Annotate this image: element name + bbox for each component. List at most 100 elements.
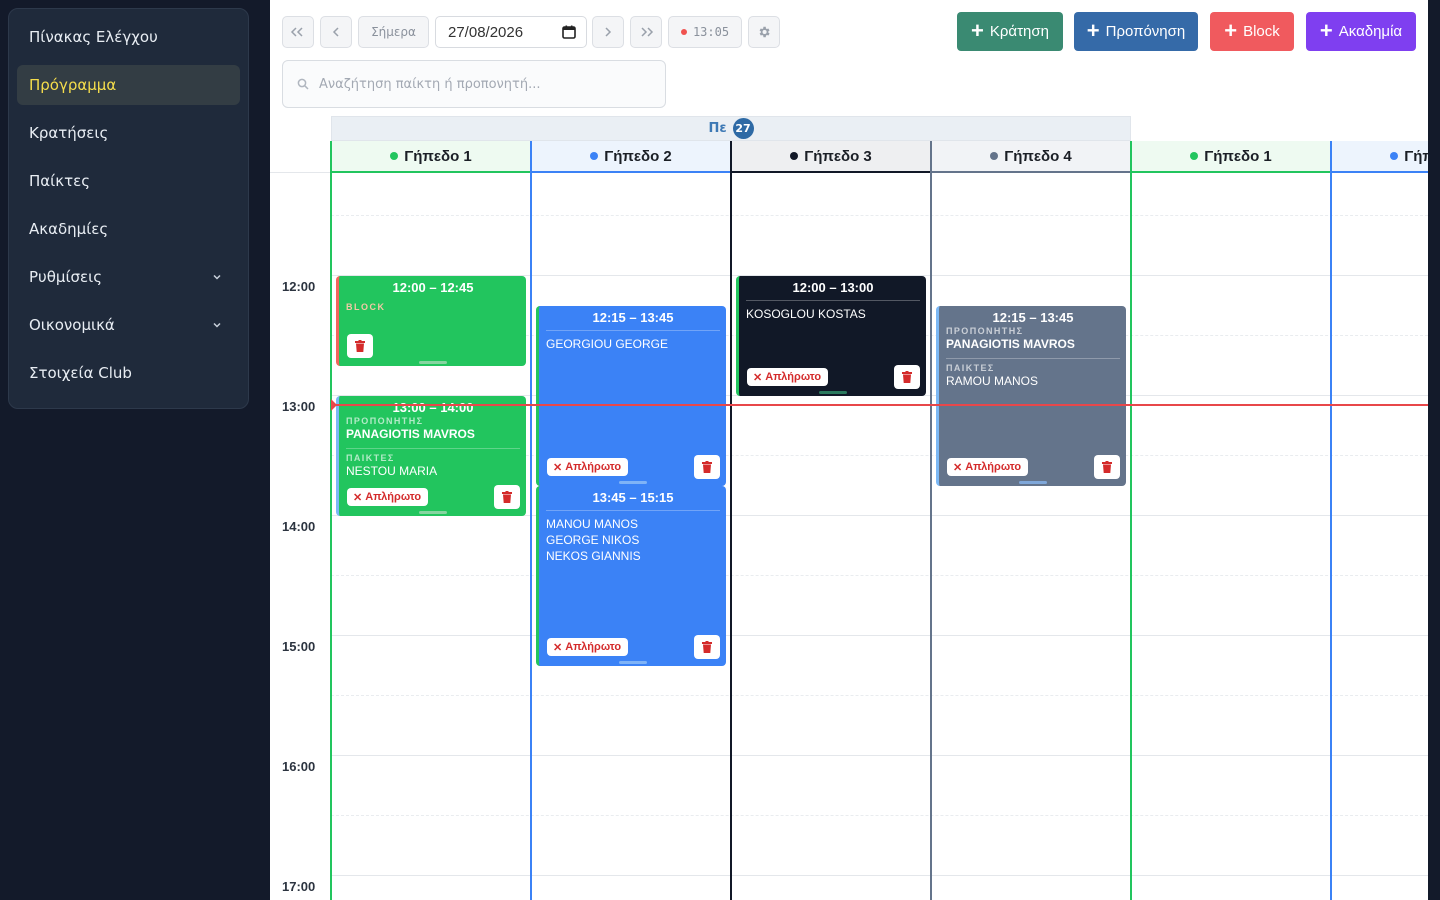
event-training[interactable]: 12:15 – 13:45 ΠΡΟΠΟΝΗΤΗΣ PANAGIOTIS MAVR… (936, 306, 1126, 486)
delete-button[interactable] (694, 635, 720, 659)
event-block[interactable]: 12:00 – 12:45 BLOCK (336, 276, 526, 366)
sidebar-item-dashboard[interactable]: Πίνακας Ελέγχου (17, 17, 240, 57)
sidebar-item-label: Κρατήσεις (29, 124, 109, 142)
settings-button[interactable] (748, 16, 780, 48)
current-time-button[interactable]: 13:05 (668, 16, 742, 48)
close-icon: ✕ (353, 491, 363, 504)
current-time-marker-icon (331, 399, 337, 411)
coach-label: ΠΡΟΠΟΝΗΤΗΣ (946, 326, 1024, 336)
sidebar-item-finance[interactable]: Οικονομικά (17, 305, 240, 345)
sidebar-item-academies[interactable]: Ακαδημίες (17, 209, 240, 249)
prev-week-button[interactable] (282, 16, 314, 48)
plus-icon: + (971, 17, 984, 43)
event-booking[interactable]: 13:45 – 15:15 MANOU MANOS GEORGE NIKOS N… (536, 486, 726, 666)
unpaid-label: Απλήρωτο (565, 641, 622, 653)
sidebar-item-schedule[interactable]: Πρόγραμμα (17, 65, 240, 105)
close-icon: ✕ (753, 371, 763, 384)
day-weekday: Πε (708, 121, 727, 136)
next-day-button[interactable] (592, 16, 624, 48)
block-label: BLOCK (346, 302, 386, 312)
calendar-icon (562, 25, 576, 39)
new-block-label: Block (1243, 23, 1280, 40)
player-name: GEORGIOU GEORGE (546, 337, 669, 351)
court-label: Γήπεδο 3 (804, 147, 872, 165)
court-dot-icon (390, 152, 399, 160)
player-name: GEORGE NIKOS (546, 533, 640, 547)
date-input[interactable]: 27/08/2026 (435, 16, 587, 48)
unpaid-label: Απλήρωτο (965, 461, 1022, 473)
resize-handle[interactable] (418, 511, 447, 514)
delete-button[interactable] (1094, 455, 1120, 479)
resize-handle[interactable] (618, 661, 647, 664)
player-name: RAMOU MANOS (946, 374, 1039, 388)
event-separator (546, 330, 720, 331)
sidebar-item-settings[interactable]: Ρυθμίσεις (17, 257, 240, 297)
next-week-button[interactable] (630, 16, 662, 48)
trash-icon (702, 461, 712, 473)
delete-button[interactable] (694, 455, 720, 479)
delete-button[interactable] (347, 334, 373, 358)
resize-handle[interactable] (1018, 481, 1047, 484)
new-academy-button[interactable]: + Ακαδημία (1306, 12, 1416, 51)
event-booking[interactable]: 12:00 – 13:00 KOSOGLOU KOSTAS ✕ Απλήρωτο (736, 276, 926, 396)
unpaid-badge[interactable]: ✕ Απλήρωτο (547, 638, 629, 656)
event-separator (946, 358, 1120, 359)
event-training[interactable]: 13:00 – 14:00 ΠΡΟΠΟΝΗΤΗΣ PANAGIOTIS MAVR… (336, 396, 526, 516)
new-training-button[interactable]: + Προπόνηση (1074, 12, 1198, 51)
court-divider (1330, 141, 1332, 900)
event-separator (346, 448, 520, 449)
unpaid-badge[interactable]: ✕ Απλήρωτο (947, 458, 1029, 476)
unpaid-badge[interactable]: ✕ Απλήρωτο (547, 458, 629, 476)
sidebar-item-club-info[interactable]: Στοιχεία Club (17, 353, 240, 393)
prev-day-button[interactable] (320, 16, 352, 48)
unpaid-badge[interactable]: ✕ Απλήρωτο (347, 488, 429, 506)
event-time: 12:00 – 12:45 (392, 280, 474, 295)
court-divider (1130, 141, 1132, 900)
search-input[interactable]: Αναζήτηση παίκτη ή προπονητή... (282, 60, 666, 108)
live-dot-icon (680, 29, 687, 35)
double-chevron-right-icon (641, 27, 654, 37)
court-dot-icon (1390, 152, 1399, 160)
close-icon: ✕ (553, 461, 563, 474)
chevron-down-icon (212, 257, 222, 297)
sidebar-item-players[interactable]: Παίκτες (17, 161, 240, 201)
chevron-down-icon (212, 305, 222, 345)
resize-handle[interactable] (818, 391, 847, 394)
scrollbar[interactable] (1428, 0, 1440, 900)
close-icon: ✕ (553, 641, 563, 654)
new-academy-label: Ακαδημία (1338, 23, 1403, 40)
trash-icon (702, 641, 712, 653)
sidebar-item-label: Οικονομικά (29, 316, 115, 334)
sidebar-item-label: Ακαδημίες (29, 220, 109, 238)
today-button[interactable]: Σήμερα (358, 16, 429, 48)
court-header: Γήπεδο 1 (1131, 141, 1331, 173)
unpaid-badge[interactable]: ✕ Απλήρωτο (747, 368, 829, 386)
sidebar-item-label: Παίκτες (29, 172, 91, 190)
new-block-button[interactable]: + Block (1210, 12, 1294, 51)
court-divider (930, 141, 932, 900)
players-label: ΠΑΙΚΤΕΣ (946, 363, 995, 373)
resize-handle[interactable] (618, 481, 647, 484)
court-dot-icon (790, 152, 799, 160)
delete-button[interactable] (494, 485, 520, 509)
unpaid-label: Απλήρωτο (365, 491, 422, 503)
court-divider (530, 141, 532, 900)
current-time-line (331, 404, 1428, 406)
resize-handle[interactable] (418, 361, 447, 364)
plus-icon: + (1086, 17, 1100, 43)
time-label: 13:00 (282, 399, 316, 414)
delete-button[interactable] (894, 365, 920, 389)
event-booking[interactable]: 12:15 – 13:45 GEORGIOU GEORGE ✕ Απλήρωτο (536, 306, 726, 486)
court-divider (730, 141, 732, 900)
court-label: Γήπεδο 1 (1204, 147, 1272, 165)
trash-icon (902, 371, 912, 383)
gear-icon (759, 26, 770, 38)
current-time: 13:05 (692, 25, 730, 39)
time-label: 14:00 (282, 519, 316, 534)
new-booking-button[interactable]: + Κράτηση (957, 12, 1063, 51)
time-label: 16:00 (282, 759, 316, 774)
grid-line (331, 635, 1428, 636)
sidebar-item-bookings[interactable]: Κρατήσεις (17, 113, 240, 153)
event-separator (746, 300, 920, 301)
day-header: Πε 27 (331, 116, 1131, 141)
